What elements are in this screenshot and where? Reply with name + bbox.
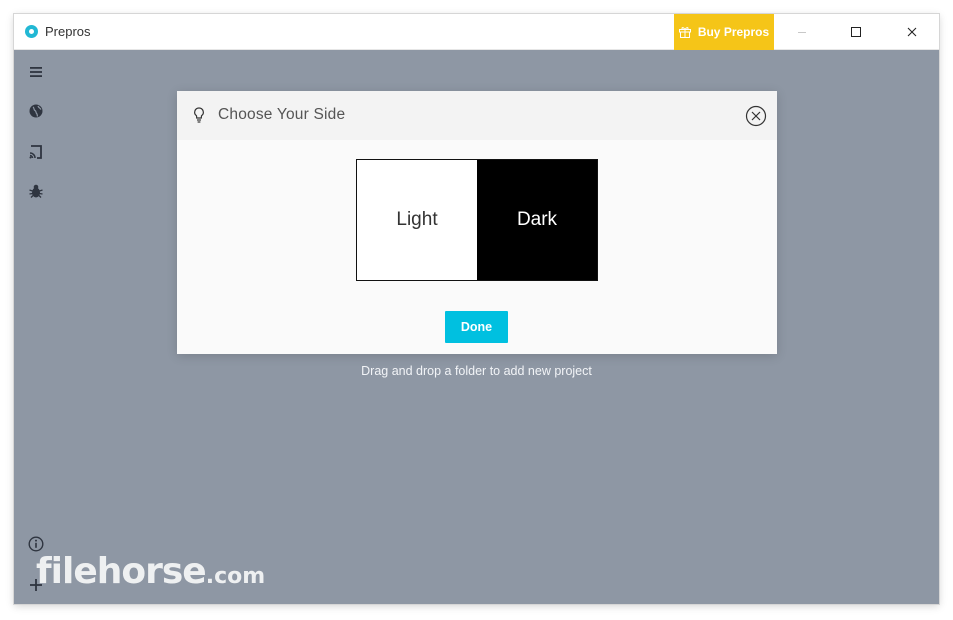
app-title: Prepros bbox=[45, 24, 91, 39]
filehorse-watermark: filehorse.com bbox=[36, 551, 265, 592]
maximize-button[interactable] bbox=[829, 14, 883, 50]
buy-button[interactable]: Buy Prepros bbox=[674, 14, 774, 50]
close-icon bbox=[907, 27, 917, 37]
choose-side-dialog: Choose Your Side Light Dark Done bbox=[177, 91, 777, 354]
buy-button-label: Buy Prepros bbox=[697, 25, 770, 39]
minimize-icon bbox=[798, 32, 806, 33]
cast-icon[interactable] bbox=[28, 144, 44, 160]
globe-icon[interactable] bbox=[28, 103, 44, 119]
theme-option-dark[interactable]: Dark bbox=[477, 160, 597, 280]
done-button[interactable]: Done bbox=[445, 311, 508, 343]
watermark-text: filehorse bbox=[36, 551, 207, 592]
gift-icon bbox=[678, 27, 691, 38]
close-button[interactable] bbox=[885, 14, 939, 50]
menu-icon[interactable] bbox=[28, 64, 44, 80]
minimize-button[interactable] bbox=[775, 14, 829, 50]
title-bar: Prepros Buy Prepros bbox=[14, 14, 939, 50]
theme-picker: Light Dark bbox=[356, 159, 598, 281]
dialog-title: Choose Your Side bbox=[218, 106, 346, 123]
maximize-icon bbox=[851, 27, 861, 37]
lightbulb-icon bbox=[194, 107, 204, 123]
dropzone-hint: Drag and drop a folder to add new projec… bbox=[361, 364, 592, 378]
info-icon[interactable] bbox=[28, 536, 44, 552]
theme-option-light[interactable]: Light bbox=[357, 160, 477, 280]
bug-icon[interactable] bbox=[28, 183, 44, 199]
app-window: Prepros Buy Prepros Drag and drop a fold… bbox=[14, 14, 939, 604]
dialog-header: Choose Your Side bbox=[177, 91, 777, 140]
watermark-suffix: .com bbox=[205, 564, 266, 589]
app-logo-icon bbox=[25, 25, 38, 38]
dialog-close-icon[interactable] bbox=[745, 105, 767, 127]
